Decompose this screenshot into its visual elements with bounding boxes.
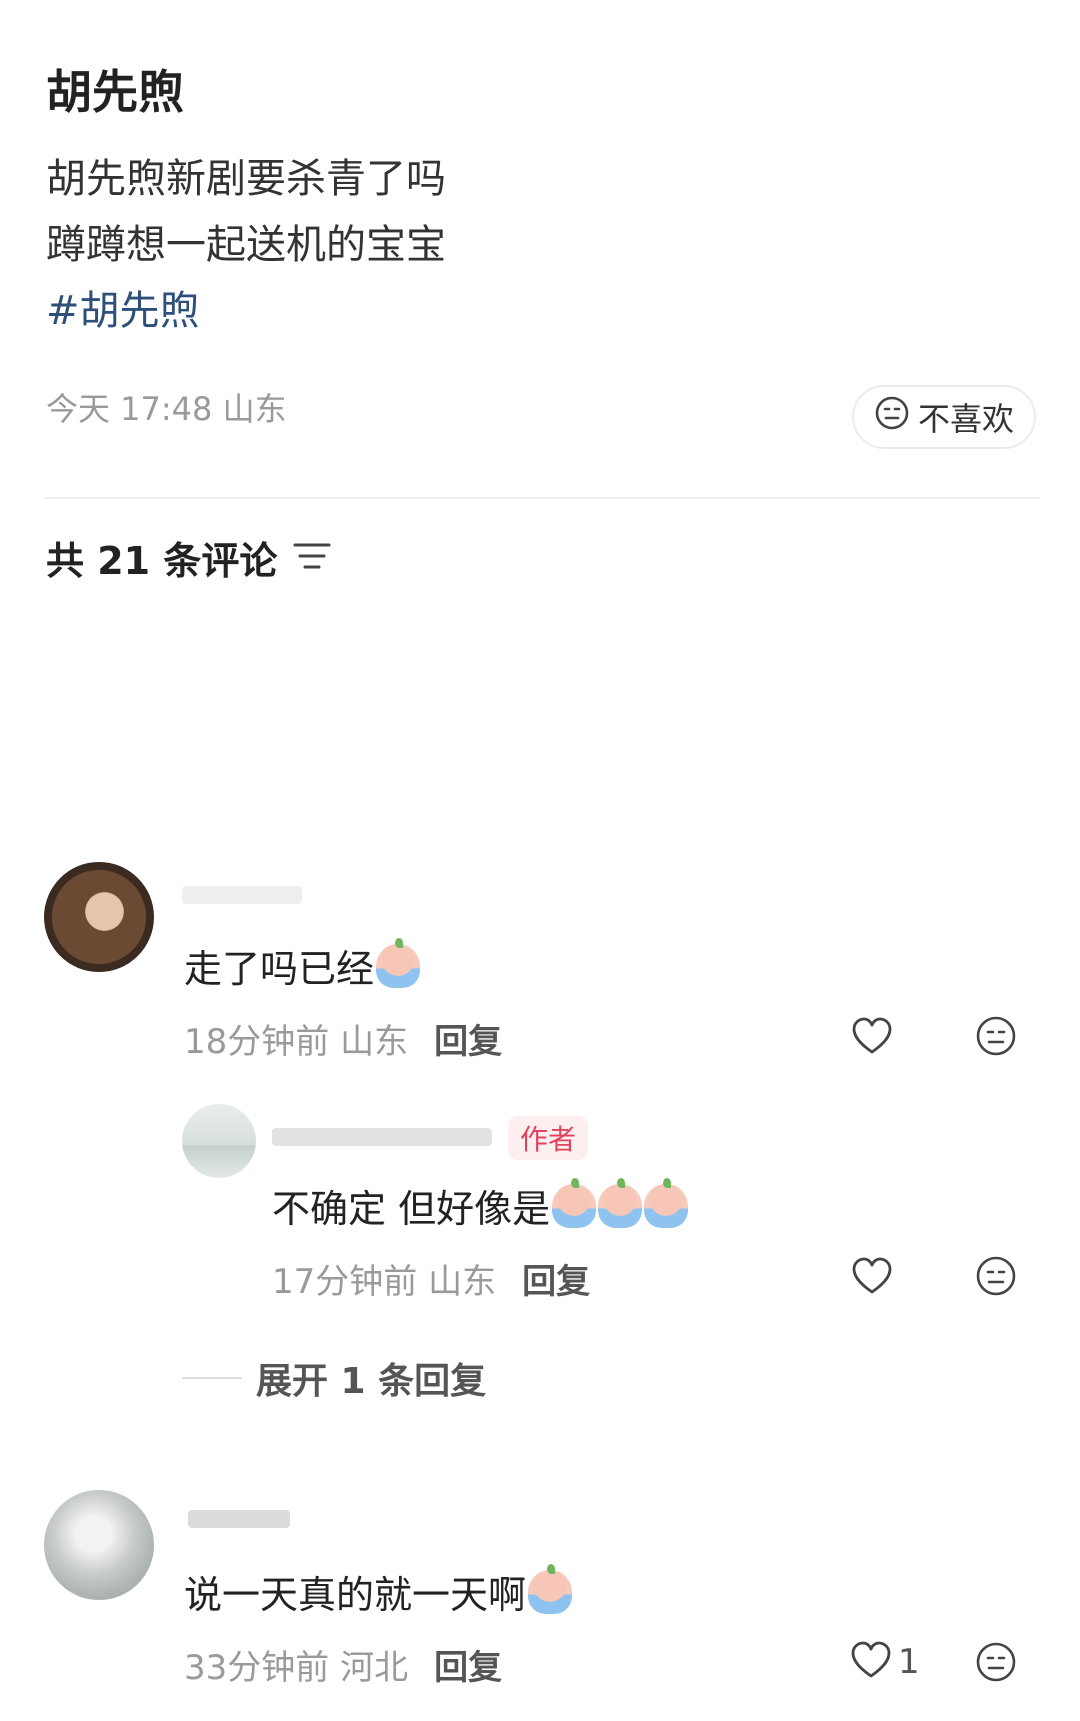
expand-replies-label: 展开 1 条回复 — [256, 1361, 487, 1402]
comments-header[interactable]: 共 21 条评论 — [46, 530, 331, 585]
reply-button[interactable]: 回复 — [522, 1254, 590, 1303]
hashtag-link[interactable]: #胡先煦 — [46, 278, 200, 336]
avatar[interactable] — [44, 862, 154, 972]
comment-location: 山东 — [340, 1022, 409, 1062]
reply-button[interactable]: 回复 — [434, 1014, 502, 1063]
avatar[interactable] — [44, 1490, 154, 1600]
neutral-face-icon[interactable] — [974, 1014, 1018, 1058]
neutral-face-icon[interactable] — [974, 1640, 1018, 1684]
comments-count: 共 21 条评论 — [46, 539, 278, 583]
avatar[interactable] — [182, 1104, 256, 1178]
comment-location: 河北 — [340, 1648, 409, 1688]
comment-time: 18分钟前 — [184, 1022, 330, 1062]
sort-icon[interactable] — [293, 536, 331, 580]
username-blurred[interactable] — [272, 1128, 492, 1146]
comment-location: 山东 — [428, 1262, 497, 1302]
comment-meta: 33分钟前 河北 回复 — [184, 1640, 502, 1689]
crying-emoji-icon — [598, 1177, 643, 1228]
neutral-face-icon[interactable] — [974, 1254, 1018, 1298]
divider — [182, 1377, 242, 1379]
comment-time: 17分钟前 — [272, 1262, 418, 1302]
like-count: 1 — [898, 1642, 920, 1682]
crying-emoji-icon — [376, 937, 421, 988]
like-button[interactable]: 1 — [850, 1640, 930, 1684]
post-body-line-1: 胡先煦新剧要杀青了吗 — [46, 156, 446, 202]
comment-meta: 17分钟前 山东 回复 — [272, 1254, 590, 1303]
crying-emoji-icon — [644, 1177, 689, 1228]
heart-icon[interactable] — [850, 1254, 894, 1298]
heart-icon[interactable] — [850, 1014, 894, 1058]
divider — [44, 497, 1040, 499]
reply-button[interactable]: 回复 — [434, 1640, 502, 1689]
author-badge: 作者 — [508, 1116, 589, 1160]
expand-replies-button[interactable]: 展开 1 条回复 — [182, 1352, 486, 1404]
crying-emoji-icon — [528, 1563, 573, 1614]
heart-icon — [850, 1640, 892, 1684]
dislike-face-icon — [874, 395, 910, 439]
dislike-label: 不喜欢 — [917, 400, 1014, 438]
crying-emoji-icon — [552, 1177, 597, 1228]
post-meta: 今天 17:48 山东 — [46, 390, 287, 428]
post-title: 胡先煦 — [46, 65, 184, 119]
username-blurred[interactable] — [182, 886, 302, 904]
comment-time: 33分钟前 — [184, 1648, 330, 1688]
comment-meta: 18分钟前 山东 回复 — [184, 1014, 502, 1063]
dislike-button[interactable]: 不喜欢 — [852, 385, 1036, 449]
comment-text: 走了吗已经 — [184, 937, 421, 993]
post-body-line-2: 蹲蹲想一起送机的宝宝 — [46, 222, 446, 268]
username-blurred[interactable] — [188, 1510, 290, 1528]
comment-text: 不确定 但好像是 — [272, 1177, 689, 1233]
comment-text: 说一天真的就一天啊 — [184, 1563, 573, 1619]
